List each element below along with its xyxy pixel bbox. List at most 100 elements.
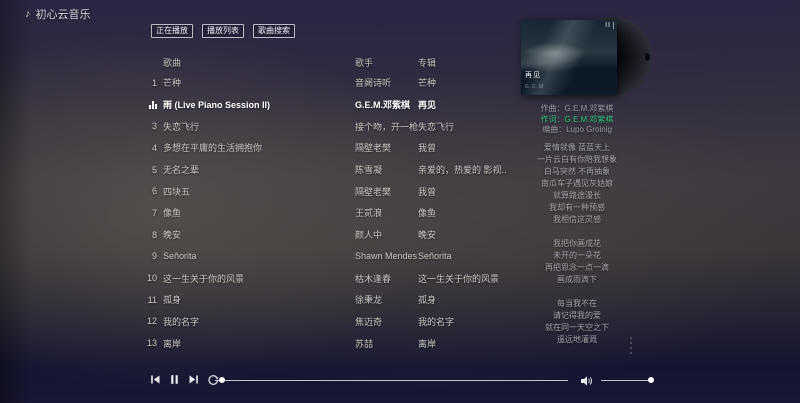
table-row[interactable]: 10这一生关于你的风景枯木逢春这一生关于你的风景: [145, 267, 507, 289]
artist-name: 徐秉龙: [355, 293, 418, 306]
table-row[interactable]: 6四块五隔壁老樊我曾: [145, 180, 507, 202]
album-name: 我的名字: [418, 315, 507, 328]
volume-icon: [580, 375, 594, 387]
lyrics-panel: 作曲：G.E.M.邓紫棋作词：G.E.M.邓紫棋编曲：Lupo Groinig …: [499, 104, 655, 346]
table-row-playing[interactable]: 雨 (Live Piano Session II)G.E.M.邓紫棋再见: [145, 94, 507, 116]
table-row[interactable]: 5无名之辈陈雪凝亲爱的，热爱的 影视...: [145, 159, 507, 181]
tab-1[interactable]: 正在播放: [151, 24, 193, 38]
lyric-line: 就在同一天空之下: [499, 322, 655, 334]
column-header-album: 专辑: [418, 56, 507, 69]
app-window: ♪ 初心云音乐 正在播放播放列表歌曲搜索 歌曲 歌手 专辑 1芒种音阙诗听芒种雨…: [0, 0, 800, 403]
artist-name: 接个吻，开一枪: [355, 120, 418, 133]
album-name: 像鱼: [418, 206, 507, 219]
artist-name: 苏喆: [355, 337, 418, 350]
lyric-line: 未开的一朵花: [499, 250, 655, 262]
song-title: Señorita: [163, 251, 355, 261]
lyric-line: [499, 286, 655, 298]
row-index: 13: [145, 338, 157, 348]
lyric-line: 爱情就像 蓝蓝天上: [499, 142, 655, 154]
tab-bar: 正在播放播放列表歌曲搜索: [151, 24, 295, 38]
row-index: 12: [145, 316, 157, 326]
artist-name: 颜人中: [355, 228, 418, 241]
table-row[interactable]: 13 离岸苏喆离岸: [145, 332, 507, 354]
row-index: 1: [145, 78, 157, 88]
artist-name: 王贰浪: [355, 206, 418, 219]
cover-artist-note: G.E.M: [525, 84, 544, 90]
credit-line-highlighted: 作词：G.E.M.邓紫棋: [499, 115, 655, 126]
lyric-line: 白马突然 不再抽象: [499, 166, 655, 178]
credit-line: 编曲：Lupo Groinig: [499, 125, 655, 136]
next-icon: [188, 374, 199, 385]
tab-3[interactable]: 歌曲搜索: [253, 24, 295, 38]
song-title: 四块五: [163, 185, 355, 198]
table-row[interactable]: 7像鱼王贰浪像鱼: [145, 202, 507, 224]
album-name: Señorita: [418, 251, 507, 261]
column-header-artist: 歌手: [355, 56, 418, 69]
album-cover-art: II 再见 G.E.M: [521, 20, 617, 95]
artist-name: 隔壁老樊: [355, 185, 418, 198]
table-row[interactable]: 4多想在平庸的生活拥抱你隔壁老樊我曾: [145, 137, 507, 159]
app-header: ♪ 初心云音乐: [25, 6, 91, 22]
previous-track-button[interactable]: [148, 373, 163, 386]
album-name: 离岸: [418, 337, 507, 350]
lyrics-scrollbar[interactable]: [630, 337, 632, 354]
song-title: 多想在平庸的生活拥抱你: [163, 141, 355, 154]
artist-name: 枯木逢春: [355, 272, 418, 285]
row-index: 6: [145, 186, 157, 196]
progress-track[interactable]: [215, 380, 568, 381]
artist-name: 隔壁老樊: [355, 141, 418, 154]
lyric-line: 一片云白有你陪我想象: [499, 154, 655, 166]
artist-name: G.E.M.邓紫棋: [355, 98, 418, 111]
lyrics: 爱情就像 蓝蓝天上一片云白有你陪我想象白马突然 不再抽象南瓜车子遇见灰姑娘就算路…: [499, 142, 655, 346]
song-title: 离岸: [163, 337, 355, 350]
credits: 作曲：G.E.M.邓紫棋作词：G.E.M.邓紫棋编曲：Lupo Groinig: [499, 104, 655, 136]
lyric-line: 我把你画成花: [499, 238, 655, 250]
song-title: 芒种: [163, 76, 355, 89]
song-title: 失恋飞行: [163, 120, 355, 133]
row-index: 5: [145, 165, 157, 175]
table-row[interactable]: 9SeñoritaShawn MendesSeñorita: [145, 246, 507, 268]
player-controls: [148, 373, 220, 386]
volume-button[interactable]: [580, 374, 594, 392]
album-name: 亲爱的，热爱的 影视...: [418, 163, 507, 176]
pause-button[interactable]: [167, 373, 182, 386]
lyric-line: 再把思念一点一滴: [499, 262, 655, 274]
playlist-table: 歌曲 歌手 专辑 1芒种音阙诗听芒种雨 (Live Piano Session …: [145, 52, 507, 354]
song-title: 晚安: [163, 228, 355, 241]
player-bar: [0, 365, 800, 403]
artist-name: 焦迈奇: [355, 315, 418, 328]
tab-2[interactable]: 播放列表: [202, 24, 244, 38]
song-title: 孤身: [163, 293, 355, 306]
table-row[interactable]: 8 晚安颜人中晚安: [145, 224, 507, 246]
table-row[interactable]: 12我的名字焦迈奇我的名字: [145, 311, 507, 333]
column-header-song: 歌曲: [163, 56, 355, 69]
lyric-line: [499, 226, 655, 238]
row-index: 4: [145, 143, 157, 153]
lyric-line: 我却有一种预感: [499, 202, 655, 214]
album-name: 孤身: [418, 293, 507, 306]
pause-icon: [169, 374, 180, 385]
table-row[interactable]: 11孤身徐秉龙孤身: [145, 289, 507, 311]
album-name: 再见: [418, 98, 507, 111]
disc-edge-notch: [645, 53, 650, 61]
lyric-line: 每当我不在: [499, 298, 655, 310]
album-cover: II 再见 G.E.M: [521, 20, 617, 95]
volume-thumb[interactable]: [648, 377, 654, 383]
playlist-header-row: 歌曲 歌手 专辑: [145, 52, 507, 72]
volume-track[interactable]: [601, 380, 652, 381]
album-name: 失恋飞行: [418, 120, 507, 133]
progress-thumb[interactable]: [219, 377, 225, 383]
cover-album-title: 再见: [525, 70, 541, 80]
cover-corner-mark: II: [605, 22, 614, 29]
table-row[interactable]: 1芒种音阙诗听芒种: [145, 72, 507, 94]
playlist-rows: 1芒种音阙诗听芒种雨 (Live Piano Session II)G.E.M.…: [145, 72, 507, 354]
table-row[interactable]: 3失恋飞行接个吻，开一枪失恋飞行: [145, 115, 507, 137]
song-title: 像鱼: [163, 206, 355, 219]
album-name: 晚安: [418, 228, 507, 241]
song-title: 无名之辈: [163, 163, 355, 176]
row-index: 8: [145, 230, 157, 240]
credit-line: 作曲：G.E.M.邓紫棋: [499, 104, 655, 115]
song-title: 雨 (Live Piano Session II): [163, 98, 355, 111]
album-name: 芒种: [418, 76, 507, 89]
next-track-button[interactable]: [186, 373, 201, 386]
